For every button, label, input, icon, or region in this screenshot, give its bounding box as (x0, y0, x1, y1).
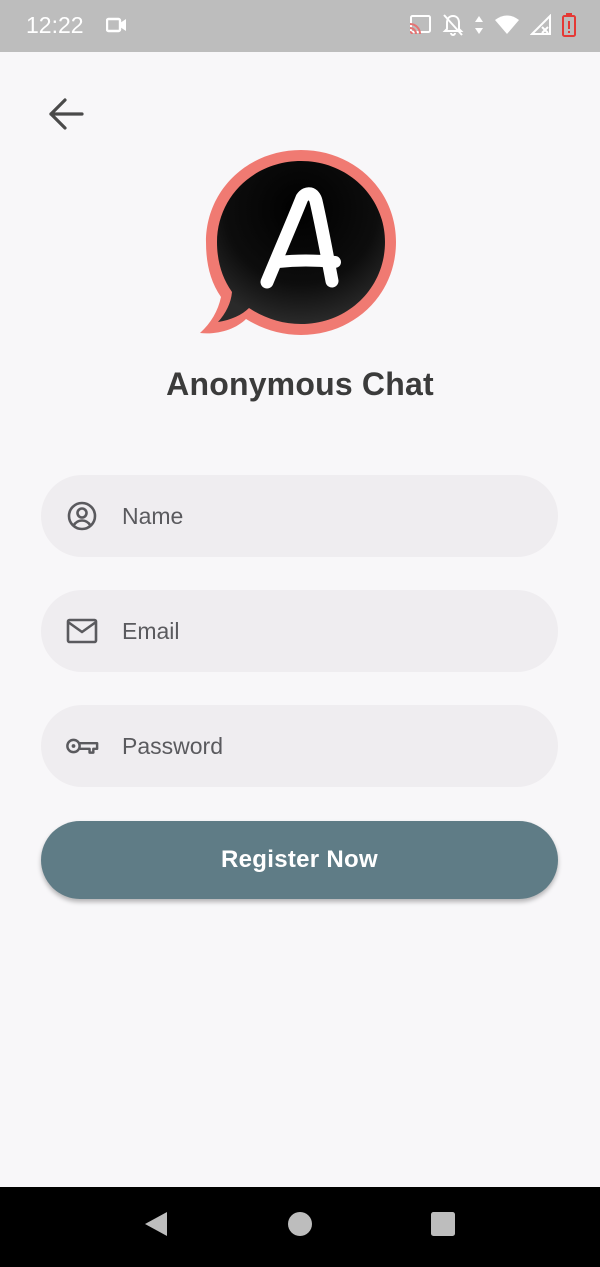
key-icon (65, 729, 99, 763)
navigation-bar (0, 1187, 600, 1267)
account-circle-icon (65, 499, 99, 533)
video-camera-icon (105, 15, 128, 40)
battery-alert-icon (562, 13, 576, 37)
email-field[interactable] (41, 590, 558, 672)
back-button[interactable] (40, 92, 92, 140)
nav-recents-icon[interactable] (429, 1209, 457, 1244)
password-field[interactable] (41, 705, 558, 787)
wifi-icon (494, 14, 520, 36)
status-bar: 12:22 (0, 0, 600, 52)
password-input[interactable] (122, 705, 534, 787)
name-field[interactable] (41, 475, 558, 557)
data-arrows-icon (474, 14, 484, 36)
notifications-off-icon (442, 13, 464, 37)
nav-home-icon[interactable] (285, 1209, 315, 1244)
email-input[interactable] (122, 590, 534, 672)
signal-no-service-icon (530, 14, 552, 36)
register-button[interactable]: Register Now (41, 821, 558, 899)
cast-icon (408, 14, 432, 36)
arrow-back-icon (48, 97, 84, 135)
name-input[interactable] (122, 475, 534, 557)
app-title: Anonymous Chat (166, 366, 434, 402)
mail-icon (65, 614, 99, 648)
app-logo: A (196, 145, 406, 340)
status-time: 12:22 (26, 12, 84, 38)
nav-back-icon[interactable] (142, 1209, 170, 1244)
